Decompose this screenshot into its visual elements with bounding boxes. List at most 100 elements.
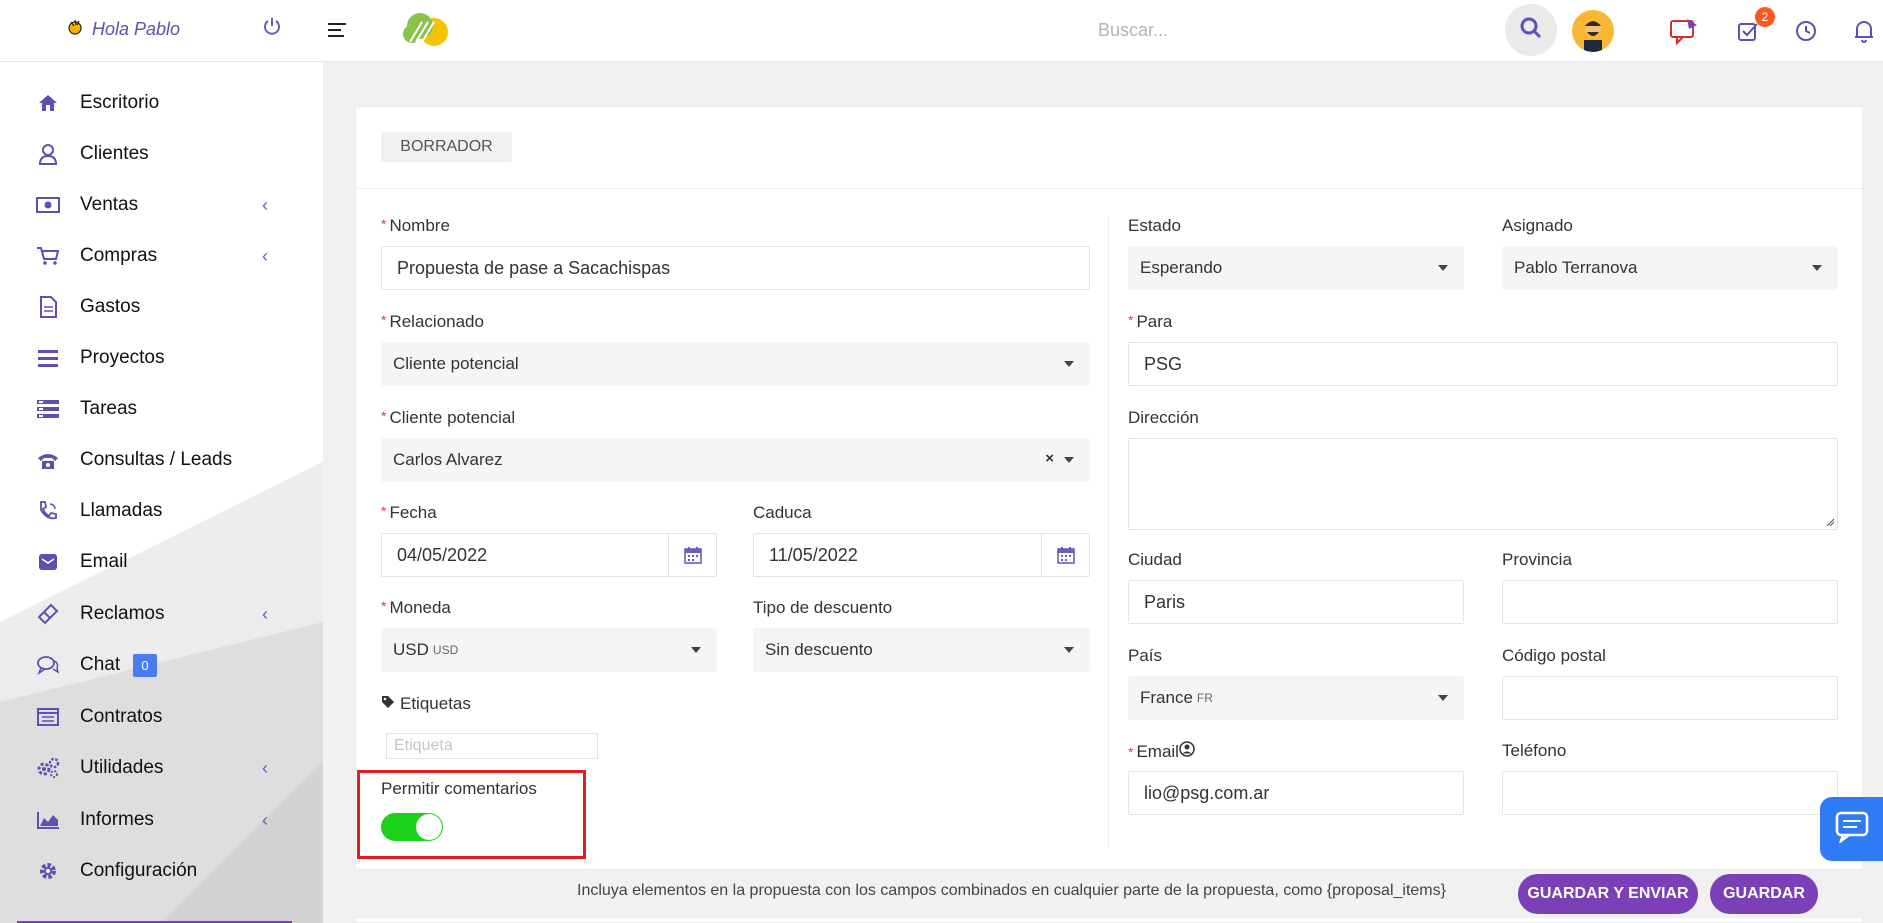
- cliente-potencial-label: * Cliente potencial: [381, 408, 516, 427]
- calendar-icon[interactable]: [1041, 534, 1089, 576]
- sidebar-item-label: Gastos: [80, 296, 141, 317]
- sidebar: Escritorio Clientes Ventas ‹ Compras ‹ G…: [0, 62, 323, 923]
- pais-value: France: [1140, 688, 1193, 707]
- caret-down-icon: [1438, 265, 1448, 271]
- bell-icon[interactable]: [1849, 16, 1879, 46]
- etiqueta-input[interactable]: Etiqueta: [386, 733, 598, 759]
- sidebar-item-gastos[interactable]: Gastos: [0, 287, 323, 327]
- call-icon: [36, 499, 60, 523]
- tag-icon: [381, 694, 395, 714]
- estado-select[interactable]: Esperando: [1128, 246, 1464, 290]
- clear-icon[interactable]: ×: [1045, 450, 1054, 467]
- direccion-label: Dirección: [1128, 408, 1199, 427]
- tipo-descuento-value: Sin descuento: [765, 640, 873, 659]
- calendar-icon[interactable]: [668, 534, 716, 576]
- moneda-label: * Moneda: [381, 598, 451, 617]
- pais-select[interactable]: France FR: [1128, 676, 1464, 720]
- required-asterisk: *: [1128, 743, 1134, 760]
- email-label: * Email: [1128, 741, 1195, 762]
- sidebar-item-reclamos[interactable]: Reclamos ‹: [0, 594, 323, 634]
- power-icon[interactable]: [262, 16, 282, 42]
- sidebar-item-compras[interactable]: Compras ‹: [0, 236, 323, 276]
- telefono-input[interactable]: [1502, 771, 1838, 815]
- sidebar-item-label: Compras: [80, 245, 158, 266]
- sidebar-item-label: Informes: [80, 809, 154, 830]
- fecha-value: 04/05/2022: [397, 544, 488, 565]
- pais-label: País: [1128, 646, 1163, 665]
- codigo-postal-label: Código postal: [1502, 646, 1606, 665]
- caret-down-icon: [1064, 457, 1074, 463]
- brand-logo[interactable]: [400, 8, 454, 48]
- gear-icon: [36, 859, 60, 883]
- relacionado-label: * Relacionado: [381, 312, 484, 331]
- cliente-potencial-select[interactable]: Carlos Alvarez ×: [381, 438, 1090, 482]
- sidebar-item-proyectos[interactable]: Proyectos: [0, 338, 323, 378]
- sidebar-item-label: Contratos: [80, 706, 163, 727]
- nombre-label: * Nombre: [381, 216, 450, 235]
- proposal-items-hint: Incluya elementos en la propuesta con lo…: [577, 882, 1446, 899]
- required-asterisk: *: [381, 216, 387, 232]
- chevron-left-icon: ‹: [262, 194, 268, 215]
- sidebar-item-ventas[interactable]: Ventas ‹: [0, 185, 323, 225]
- save-and-send-button[interactable]: GUARDAR Y ENVIAR: [1518, 874, 1698, 914]
- para-input[interactable]: PSG: [1128, 342, 1838, 386]
- fecha-label: * Fecha: [381, 503, 437, 522]
- sidebar-item-utilidades[interactable]: Utilidades ‹: [0, 748, 323, 788]
- nombre-input[interactable]: Propuesta de pase a Sacachispas: [381, 246, 1090, 290]
- sidebar-item-email[interactable]: Email: [0, 542, 323, 582]
- sidebar-item-label: Proyectos: [80, 347, 165, 368]
- tipo-descuento-select[interactable]: Sin descuento: [753, 628, 1090, 672]
- asignado-select[interactable]: Pablo Terranova: [1502, 246, 1838, 290]
- direccion-textarea[interactable]: [1128, 438, 1838, 530]
- required-asterisk: *: [1128, 312, 1134, 328]
- resize-grip-icon[interactable]: [1826, 518, 1835, 527]
- provincia-label: Provincia: [1502, 550, 1572, 569]
- feedback-icon[interactable]: [1669, 16, 1699, 46]
- avatar[interactable]: [1572, 10, 1614, 52]
- permitir-comentarios-label: Permitir comentarios: [381, 779, 537, 798]
- floating-chat-button[interactable]: [1820, 797, 1883, 861]
- relacionado-select[interactable]: Cliente potencial: [381, 342, 1090, 386]
- sidebar-item-label: Utilidades: [80, 757, 164, 778]
- menu-toggle-icon[interactable]: [328, 23, 346, 37]
- sidebar-item-escritorio[interactable]: Escritorio: [0, 83, 323, 123]
- cogs-icon: [36, 756, 60, 780]
- sidebar-item-chat[interactable]: Chat 0: [0, 645, 323, 685]
- sidebar-item-tareas[interactable]: Tareas: [0, 389, 323, 429]
- chart-area-icon: [36, 808, 60, 832]
- search-input[interactable]: Buscar...: [1098, 20, 1168, 41]
- status-badge: BORRADOR: [381, 132, 512, 162]
- cart-icon: [36, 244, 60, 268]
- sidebar-item-label: Clientes: [80, 143, 149, 164]
- required-asterisk: *: [381, 598, 387, 614]
- provincia-input[interactable]: [1502, 580, 1838, 624]
- sidebar-item-configuracion[interactable]: Configuración: [0, 851, 323, 891]
- bars-icon: [36, 346, 60, 370]
- caret-down-icon: [1438, 695, 1448, 701]
- toggle-knob: [416, 814, 442, 840]
- codigo-postal-input[interactable]: [1502, 676, 1838, 720]
- fecha-input[interactable]: 04/05/2022: [381, 533, 717, 577]
- clock-icon[interactable]: [1791, 16, 1821, 46]
- sidebar-item-llamadas[interactable]: Llamadas: [0, 491, 323, 531]
- caduca-input[interactable]: 11/05/2022: [753, 533, 1090, 577]
- home-icon: [36, 91, 60, 115]
- user-circle-icon[interactable]: [1179, 741, 1195, 762]
- search-button[interactable]: [1505, 4, 1557, 56]
- permitir-comentarios-toggle[interactable]: [381, 813, 443, 841]
- chevron-left-icon: ‹: [262, 245, 268, 266]
- sidebar-item-clientes[interactable]: Clientes: [0, 134, 323, 174]
- sidebar-item-informes[interactable]: Informes ‹: [0, 800, 323, 840]
- moneda-select[interactable]: USD USD: [381, 628, 717, 672]
- save-button[interactable]: GUARDAR: [1710, 874, 1818, 914]
- sidebar-item-label: Tareas: [80, 398, 138, 419]
- greeting[interactable]: Hola Pablo: [66, 18, 180, 41]
- sidebar-item-consultas-leads[interactable]: Consultas / Leads: [0, 440, 323, 480]
- email-input[interactable]: lio@psg.com.ar: [1128, 771, 1464, 815]
- cliente-potencial-value: Carlos Alvarez: [393, 450, 503, 469]
- etiquetas-label: Etiquetas: [381, 694, 471, 714]
- sidebar-item-label: Escritorio: [80, 92, 160, 113]
- sidebar-item-contratos[interactable]: Contratos: [0, 697, 323, 737]
- ciudad-input[interactable]: Paris: [1128, 580, 1464, 624]
- envelope-icon: [36, 550, 60, 574]
